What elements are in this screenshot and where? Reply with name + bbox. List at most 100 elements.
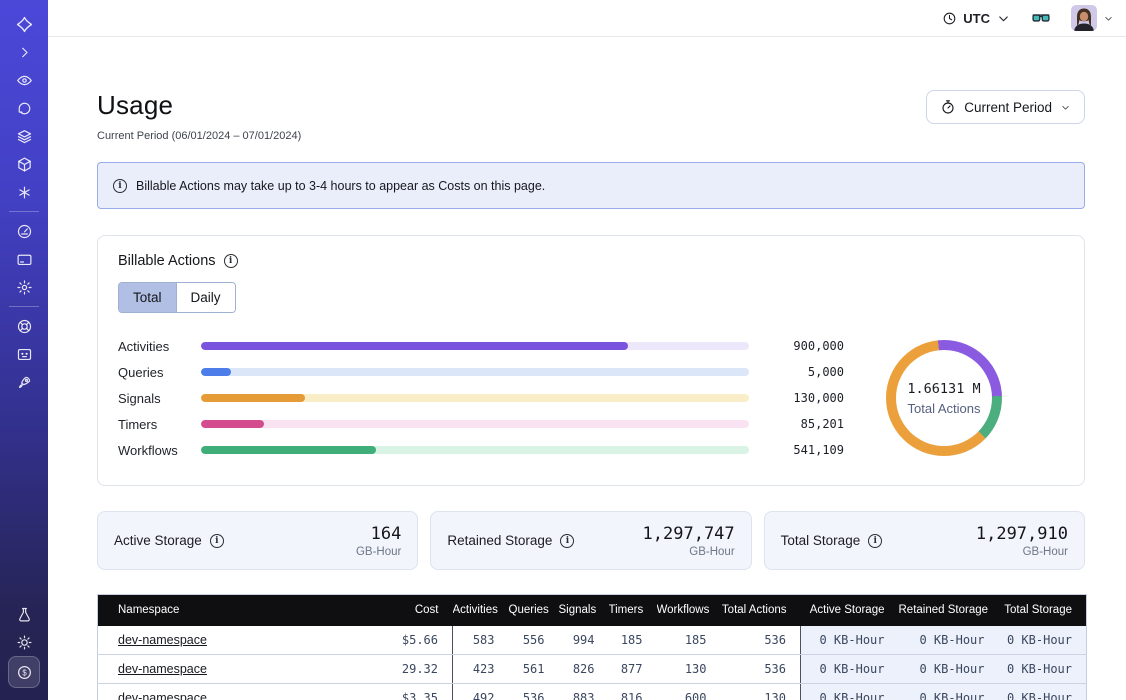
temporal-logo-icon[interactable] xyxy=(8,10,40,38)
lifebuoy-icon[interactable] xyxy=(8,312,40,340)
gear-icon[interactable] xyxy=(8,273,40,301)
info-icon[interactable]: i xyxy=(113,179,127,193)
bar-row-workflows: Workflows 541,109 xyxy=(118,437,844,463)
page-header: Usage Current Period (06/01/2024 – 07/01… xyxy=(97,90,1085,142)
info-icon[interactable]: i xyxy=(560,534,574,548)
sidebar-divider xyxy=(9,211,39,212)
activities-cell: 423 xyxy=(453,655,509,684)
asterisk-icon[interactable] xyxy=(8,178,40,206)
bar-value: 130,000 xyxy=(749,391,844,405)
table-row: dev-namespace 29.32 423 561 826 877 130 … xyxy=(98,655,1087,684)
workflows-cell: 130 xyxy=(657,655,721,684)
billable-view-tabs: Total Daily xyxy=(118,282,236,313)
bar-label: Activities xyxy=(118,339,201,354)
main-area: UTC xyxy=(48,0,1126,700)
total-actions-label: Total Actions xyxy=(908,401,981,416)
active-storage-cell: 0 KB-Hour xyxy=(801,626,899,655)
layers-icon[interactable] xyxy=(8,122,40,150)
signals-cell: 826 xyxy=(559,655,609,684)
namespace-link[interactable]: dev-namespace xyxy=(118,691,207,700)
actions-bar-chart: Activities 900,000 Queries 5,000 Signals xyxy=(118,333,844,463)
sidebar: $ xyxy=(0,0,48,700)
chevron-down-icon xyxy=(1060,102,1071,113)
svg-text:$: $ xyxy=(22,668,27,677)
goggles-icon xyxy=(1031,8,1051,28)
history-icon[interactable] xyxy=(8,94,40,122)
sun-icon[interactable] xyxy=(8,628,40,656)
storage-card-unit: GB-Hour xyxy=(356,546,401,558)
bar-track xyxy=(201,368,749,376)
gauge-icon[interactable] xyxy=(8,217,40,245)
dev-goggles-button[interactable] xyxy=(1031,8,1051,28)
col-total-storage: Total Storage xyxy=(999,595,1087,626)
info-icon[interactable]: i xyxy=(224,254,238,268)
cost-cell: $5.66 xyxy=(346,626,453,655)
period-dropdown-label: Current Period xyxy=(964,100,1052,115)
signals-cell: 883 xyxy=(559,684,609,700)
collapse-chevron-right-icon[interactable] xyxy=(8,38,40,66)
credit-card-icon[interactable] xyxy=(8,245,40,273)
storage-card-value: 164 xyxy=(356,524,401,544)
active-storage-card: Active Storage i 164 GB-Hour xyxy=(97,511,418,570)
bar-fill xyxy=(201,368,231,376)
bar-track xyxy=(201,394,749,402)
total-actions-cell: 130 xyxy=(721,684,801,700)
total-storage-cell: 0 KB-Hour xyxy=(999,655,1087,684)
namespace-link[interactable]: dev-namespace xyxy=(118,662,207,676)
bar-label: Signals xyxy=(118,391,201,406)
tab-total[interactable]: Total xyxy=(119,283,176,312)
bar-row-timers: Timers 85,201 xyxy=(118,411,844,437)
activities-cell: 492 xyxy=(453,684,509,700)
billable-actions-title: Billable Actions xyxy=(118,253,216,269)
bar-row-signals: Signals 130,000 xyxy=(118,385,844,411)
cube-icon[interactable] xyxy=(8,150,40,178)
billable-actions-card: Billable Actions i Total Daily Activitie… xyxy=(97,235,1085,486)
timezone-selector[interactable]: UTC xyxy=(942,11,1011,26)
namespace-usage-table: Namespace Cost Activities Queries Signal… xyxy=(97,594,1087,700)
col-activities: Activities xyxy=(453,595,509,626)
bar-fill xyxy=(201,394,305,402)
usage-page: Usage Current Period (06/01/2024 – 07/01… xyxy=(48,37,1126,700)
total-storage-card: Total Storage i 1,297,910 GB-Hour xyxy=(764,511,1085,570)
total-actions-value: 1.66131 M xyxy=(907,381,980,397)
total-storage-cell: 0 KB-Hour xyxy=(999,684,1087,700)
flask-icon[interactable] xyxy=(8,600,40,628)
timers-cell: 816 xyxy=(609,684,657,700)
eye-icon[interactable] xyxy=(8,66,40,94)
retained-storage-cell: 0 KB-Hour xyxy=(899,655,999,684)
retained-storage-card: Retained Storage i 1,297,747 GB-Hour xyxy=(430,511,751,570)
storage-card-value: 1,297,910 xyxy=(976,524,1068,544)
bar-row-queries: Queries 5,000 xyxy=(118,359,844,385)
bar-fill xyxy=(201,446,376,454)
banner-text: Billable Actions may take up to 3-4 hour… xyxy=(136,179,545,193)
queries-cell: 556 xyxy=(509,626,559,655)
activities-cell: 583 xyxy=(453,626,509,655)
usage-coin-icon[interactable]: $ xyxy=(8,656,40,688)
avatar xyxy=(1071,5,1097,31)
bar-track xyxy=(201,342,749,350)
namespace-link[interactable]: dev-namespace xyxy=(118,633,207,647)
info-icon[interactable]: i xyxy=(210,534,224,548)
timers-cell: 877 xyxy=(609,655,657,684)
info-icon[interactable]: i xyxy=(868,534,882,548)
monitor-icon[interactable] xyxy=(8,340,40,368)
signals-cell: 994 xyxy=(559,626,609,655)
chevron-down-icon xyxy=(1103,13,1114,24)
chevron-down-icon xyxy=(996,11,1011,26)
table-header-row: Namespace Cost Activities Queries Signal… xyxy=(98,595,1087,626)
workflows-cell: 600 xyxy=(657,684,721,700)
total-storage-cell: 0 KB-Hour xyxy=(999,626,1087,655)
queries-cell: 536 xyxy=(509,684,559,700)
rocket-icon[interactable] xyxy=(8,368,40,396)
storage-card-label: Total Storage xyxy=(781,533,861,548)
col-cost: Cost xyxy=(346,595,453,626)
tab-daily[interactable]: Daily xyxy=(176,283,235,312)
app-window: $ UTC xyxy=(0,0,1126,700)
active-storage-cell: 0 KB-Hour xyxy=(801,655,899,684)
user-menu[interactable] xyxy=(1071,5,1114,31)
retained-storage-cell: 0 KB-Hour xyxy=(899,684,999,700)
period-dropdown-button[interactable]: Current Period xyxy=(926,90,1085,124)
storage-card-label: Retained Storage xyxy=(447,533,552,548)
timezone-label: UTC xyxy=(963,11,990,26)
total-actions-cell: 536 xyxy=(721,626,801,655)
